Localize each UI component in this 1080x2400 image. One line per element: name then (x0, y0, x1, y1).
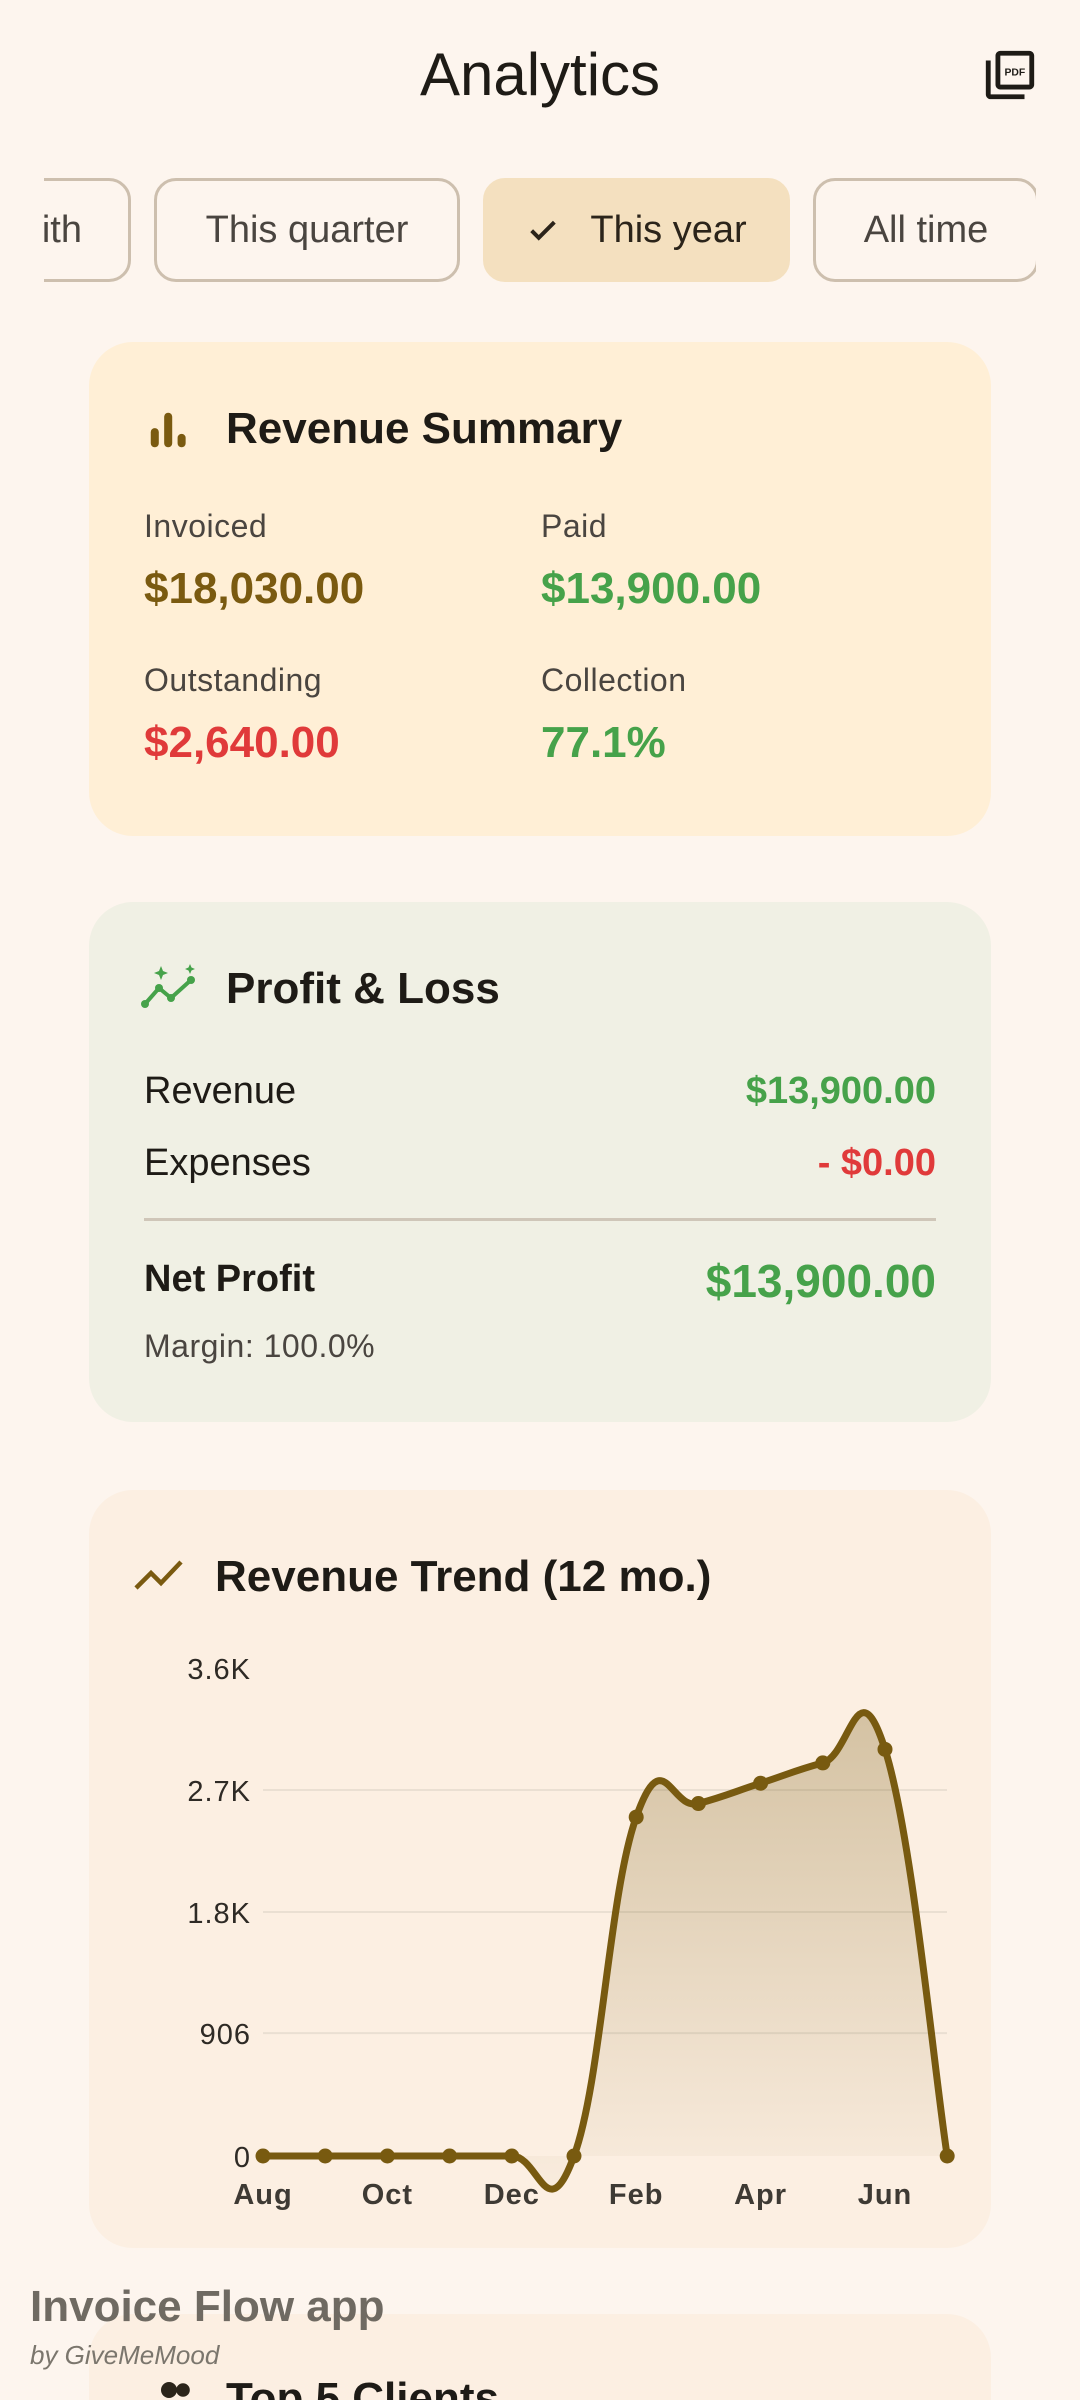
pl-revenue-label: Revenue (144, 1070, 297, 1112)
net-profit-label: Net Profit (144, 1258, 315, 1300)
bar-chart-icon (144, 406, 192, 454)
data-point (815, 1755, 831, 1771)
invoiced-label: Invoiced (144, 508, 268, 544)
x-tick-label: Aug (233, 2179, 292, 2211)
paid-value: $13,900.00 (541, 564, 762, 613)
x-tick-label: Oct (362, 2179, 413, 2211)
outstanding-value: $2,640.00 (144, 718, 340, 767)
chip-all-time[interactable]: All time (813, 178, 1036, 282)
trend-sparkle-icon (141, 964, 199, 1014)
revenue-summary-card: Revenue Summary Invoiced $18,030.00 Paid… (89, 342, 991, 836)
check-icon (526, 213, 560, 247)
pl-divider (144, 1218, 936, 1221)
margin-text: Margin: 100.0% (144, 1328, 376, 1364)
profit-loss-title: Profit & Loss (226, 964, 500, 1013)
pdf-export-icon: PDF (985, 50, 1035, 100)
top-clients-title: Top 5 Clients (226, 2374, 499, 2400)
pl-expenses-value: - $0.00 (817, 1142, 936, 1184)
data-point (504, 2148, 520, 2164)
invoiced-value: $18,030.00 (144, 564, 365, 613)
net-profit-value: $13,900.00 (705, 1255, 936, 1307)
chip-this-quarter[interactable]: This quarter (154, 178, 460, 282)
data-point (628, 1809, 644, 1825)
app-brand-byline: by GiveMeMood (30, 2340, 220, 2370)
y-tick-label: 2.7K (187, 1776, 251, 1808)
chip-this-month[interactable]: ith (44, 178, 131, 282)
collection-value: 77.1% (541, 718, 666, 767)
app-brand: Invoice Flow app (30, 2282, 385, 2331)
revenue-trend-chart: 0 906 1.8K 2.7K 3.6K Aug Oct Dec Feb Apr Jun (187, 1654, 955, 2211)
y-tick-label: 1.8K (187, 1898, 251, 1930)
app-bar: Analytics PDF (0, 0, 1080, 150)
data-point (442, 2148, 458, 2164)
x-tick-label: Feb (609, 2179, 664, 2211)
data-point (379, 2148, 395, 2164)
collection-label: Collection (541, 662, 687, 698)
x-tick-label: Jun (858, 2179, 913, 2211)
chip-this-year[interactable]: This year (483, 178, 790, 282)
outstanding-label: Outstanding (144, 662, 323, 698)
pl-expenses-label: Expenses (144, 1142, 311, 1184)
pdf-export-button[interactable]: PDF (975, 40, 1045, 110)
chip-label: All time (863, 208, 989, 251)
chip-label: ith (44, 208, 82, 251)
x-tick-label: Apr (734, 2179, 787, 2211)
pl-revenue-value: $13,900.00 (745, 1070, 936, 1112)
revenue-trend-card: Revenue Trend (12 mo.) 0 906 1.8K 2.7K 3.6K A… (89, 1490, 991, 2248)
page-title: Analytics (419, 41, 661, 108)
paid-label: Paid (541, 508, 608, 544)
data-point (255, 2148, 271, 2164)
y-tick-label: 906 (200, 2019, 251, 2051)
chip-label: This quarter (205, 208, 409, 251)
data-point (317, 2148, 333, 2164)
chip-label: This year (590, 208, 747, 251)
data-point (690, 1796, 706, 1812)
profit-loss-card: Profit & Loss Revenue $13,900.00 Expense… (89, 902, 991, 1422)
trend-area (263, 1712, 948, 2190)
svg-text:PDF: PDF (1004, 67, 1025, 78)
data-point (939, 2148, 955, 2164)
y-tick-label: 0 (234, 2142, 251, 2174)
x-tick-label: Dec (484, 2179, 540, 2211)
y-tick-label: 3.6K (187, 1654, 251, 1686)
data-point (877, 1741, 893, 1757)
period-filter-chips: ith This quarter This year All time (44, 178, 1036, 284)
revenue-summary-title: Revenue Summary (226, 404, 623, 453)
data-point (566, 2148, 582, 2164)
data-point (753, 1775, 769, 1791)
people-icon (151, 2374, 199, 2400)
